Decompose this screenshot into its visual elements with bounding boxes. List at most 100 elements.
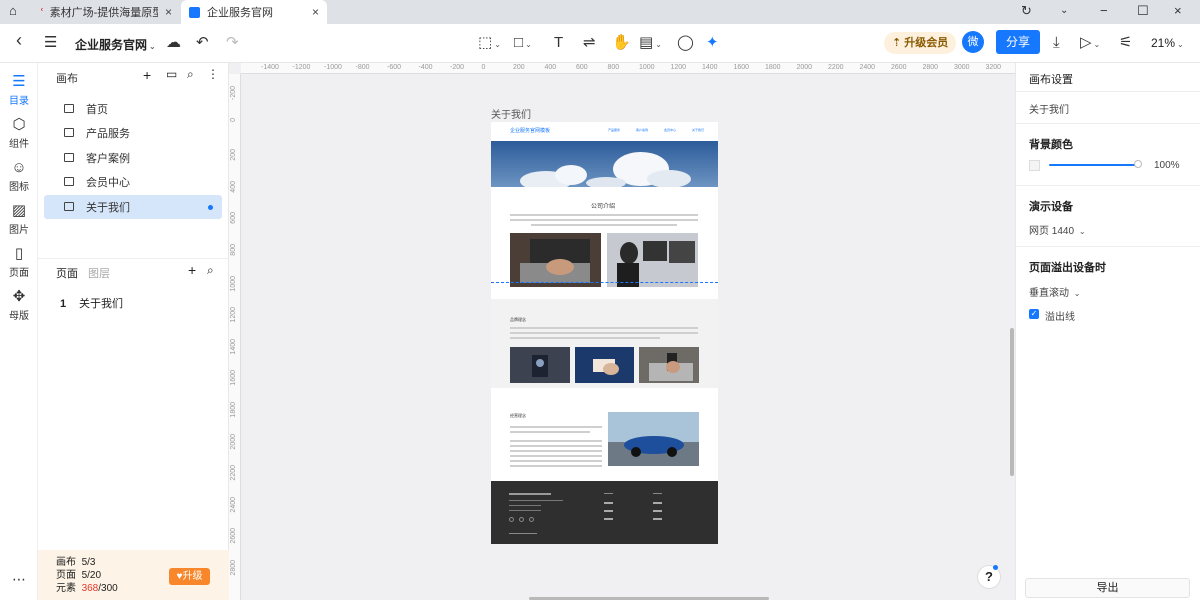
refresh-icon[interactable]: ↻ xyxy=(1021,3,1032,19)
text-line xyxy=(510,431,590,433)
project-name[interactable]: 企业服务官网 ⌄ xyxy=(75,36,156,53)
ruler-tick: 1000 xyxy=(639,64,655,71)
rail-masters[interactable]: ✥ 母版 xyxy=(0,288,38,322)
cloud-icon[interactable]: ☁ xyxy=(166,34,181,52)
ruler-tick: 1200 xyxy=(670,64,687,71)
ruler-tick: 1600 xyxy=(230,370,237,386)
ruler-tick: 1400 xyxy=(702,64,718,71)
back-icon[interactable]: ‹ xyxy=(16,31,22,49)
download-icon[interactable]: ⤓ xyxy=(1053,34,1060,52)
export-button[interactable]: 导出 xyxy=(1025,578,1190,598)
brand-logo-icon: ՙ xyxy=(40,6,44,19)
rail-pages[interactable]: ▯ 页面 xyxy=(0,245,38,279)
page-icon xyxy=(64,128,74,137)
connector-tool-icon[interactable]: ⇌ xyxy=(583,34,596,52)
close-icon[interactable]: × xyxy=(165,5,172,19)
vertical-scrollbar[interactable] xyxy=(1010,328,1014,476)
ruler-tick: 1600 xyxy=(733,64,750,71)
maximize-icon[interactable]: ☐ xyxy=(1137,3,1149,19)
left-rail: ☰ 目录 ⬡ 组件 ☺ 图标 ▨ 图片 ▯ 页面 ✥ 母版 ⋯ xyxy=(0,63,38,600)
ai-sparkle-icon[interactable]: ✦ xyxy=(706,34,719,52)
nav-item[interactable]: 产品服务 xyxy=(608,128,620,132)
share-button[interactable]: 分享 xyxy=(996,30,1040,54)
hand-tool-icon[interactable]: ✋ xyxy=(612,34,631,52)
upgrade-member-button[interactable]: ⇡ 升级会员 xyxy=(884,32,957,54)
text-line xyxy=(510,440,602,442)
overflow-line xyxy=(491,282,718,283)
settings-sliders-icon[interactable]: ⚟ xyxy=(1119,34,1132,52)
canvas-item-products[interactable]: 产品服务 xyxy=(44,121,222,145)
comment-icon[interactable]: ◯ xyxy=(677,34,694,52)
rail-images[interactable]: ▨ 图片 xyxy=(0,202,38,236)
tab-enterprise-site[interactable]: 企业服务官网 × xyxy=(181,0,327,24)
text-line xyxy=(510,450,602,452)
canvas-item-about[interactable]: 关于我们 xyxy=(44,195,222,219)
bg-color-swatch[interactable] xyxy=(1029,160,1040,171)
overflow-select[interactable]: 垂直滚动 ⌄ xyxy=(1029,284,1080,299)
doc-icon xyxy=(189,6,200,18)
home-icon[interactable]: ⌂ xyxy=(9,3,17,18)
play-icon[interactable]: ▷ ⌄ xyxy=(1080,34,1100,54)
rail-components[interactable]: ⬡ 组件 xyxy=(0,116,38,150)
chevron-down-icon[interactable]: ⌄ xyxy=(1060,5,1068,16)
overflow-line-checkbox[interactable]: ✓ xyxy=(1029,309,1039,319)
ruler-tick: 3000 xyxy=(954,64,970,71)
note-tool-icon[interactable]: ▤ ⌄ xyxy=(639,34,662,54)
page-list-item[interactable]: 1 关于我们 xyxy=(44,293,222,315)
tab-layers[interactable]: 图层 xyxy=(88,265,110,281)
page-icon xyxy=(64,153,74,162)
wechat-avatar[interactable]: 微 xyxy=(962,31,984,53)
shape-tool-icon[interactable]: □ ⌄ xyxy=(514,34,532,54)
section-title-business: 经营理念 xyxy=(510,413,526,418)
nav-item[interactable]: 关于我们 xyxy=(692,128,704,132)
nav-item[interactable]: 客户案例 xyxy=(636,128,648,132)
add-page-icon[interactable]: + xyxy=(188,262,196,278)
opacity-value[interactable]: 100% xyxy=(1154,160,1180,171)
device-select[interactable]: 网页 1440 ⌄ xyxy=(1029,222,1086,237)
opacity-slider-handle[interactable] xyxy=(1134,160,1142,168)
more-vert-icon[interactable]: ⋮ xyxy=(207,67,219,81)
text-line xyxy=(510,426,602,428)
folder-icon[interactable]: ▭ xyxy=(166,67,177,81)
ruler-tick: 2800 xyxy=(230,560,237,576)
menu-icon[interactable]: ☰ xyxy=(44,34,57,52)
close-icon[interactable]: × xyxy=(312,5,319,19)
canvas-item-cases[interactable]: 客户案例 xyxy=(44,146,222,170)
sky-banner-image xyxy=(491,141,718,187)
bg-color-title: 背景颜色 xyxy=(1029,139,1073,151)
ruler-tick: 1000 xyxy=(230,275,237,292)
text-line xyxy=(510,460,602,462)
page-name-value[interactable]: 关于我们 xyxy=(1029,101,1069,116)
design-canvas[interactable]: -1400 -1200 -1000 -800 -600 -400 -200 0 200 400 60… xyxy=(229,63,1015,600)
ruler-tick: 0 xyxy=(481,64,486,71)
minimize-icon[interactable]: − xyxy=(1100,3,1108,18)
rail-directory[interactable]: ☰ 目录 xyxy=(0,73,38,107)
search-icon[interactable]: ⌕ xyxy=(207,263,214,278)
rail-icons[interactable]: ☺ 图标 xyxy=(0,159,38,193)
search-icon[interactable]: ⌕ xyxy=(187,67,194,82)
undo-icon[interactable]: ↶ xyxy=(196,34,209,52)
image-icon: ▨ xyxy=(11,202,27,219)
ruler-tick: -400 xyxy=(418,64,433,71)
upgrade-button[interactable]: ♥升级 xyxy=(169,568,210,585)
section-title-intro: 公司介绍 xyxy=(591,204,616,210)
canvas-item-home[interactable]: 首页 xyxy=(44,97,222,121)
add-icon[interactable]: + xyxy=(143,67,151,83)
page-icon xyxy=(64,202,74,211)
ruler-tick: 600 xyxy=(576,64,588,71)
artboard[interactable]: 企业服务官网模板 产品服务 客户案例 会员中心 关于我们 公司介绍 品牌理念 经… xyxy=(491,122,718,544)
opacity-slider[interactable] xyxy=(1049,164,1139,166)
canvas-item-members[interactable]: 会员中心 xyxy=(44,170,222,194)
ruler-tick: 600 xyxy=(230,212,237,225)
canvas-panel-title: 画布 xyxy=(56,73,78,85)
more-icon[interactable]: ⋯ xyxy=(0,571,38,588)
tab-material-square[interactable]: ՙ 素材广场-提供海量原型模 × xyxy=(32,0,180,24)
zoom-level[interactable]: 21% ⌄ xyxy=(1151,36,1184,50)
tab-pages[interactable]: 页面 xyxy=(56,265,78,281)
redo-icon[interactable]: ↷ xyxy=(226,34,239,52)
window-close-icon[interactable]: × xyxy=(1174,3,1182,18)
text-tool-icon[interactable]: T xyxy=(554,34,563,52)
text-line xyxy=(510,455,602,457)
nav-item[interactable]: 会员中心 xyxy=(664,128,676,132)
select-tool-icon[interactable]: ⬚ ⌄ xyxy=(478,34,501,54)
